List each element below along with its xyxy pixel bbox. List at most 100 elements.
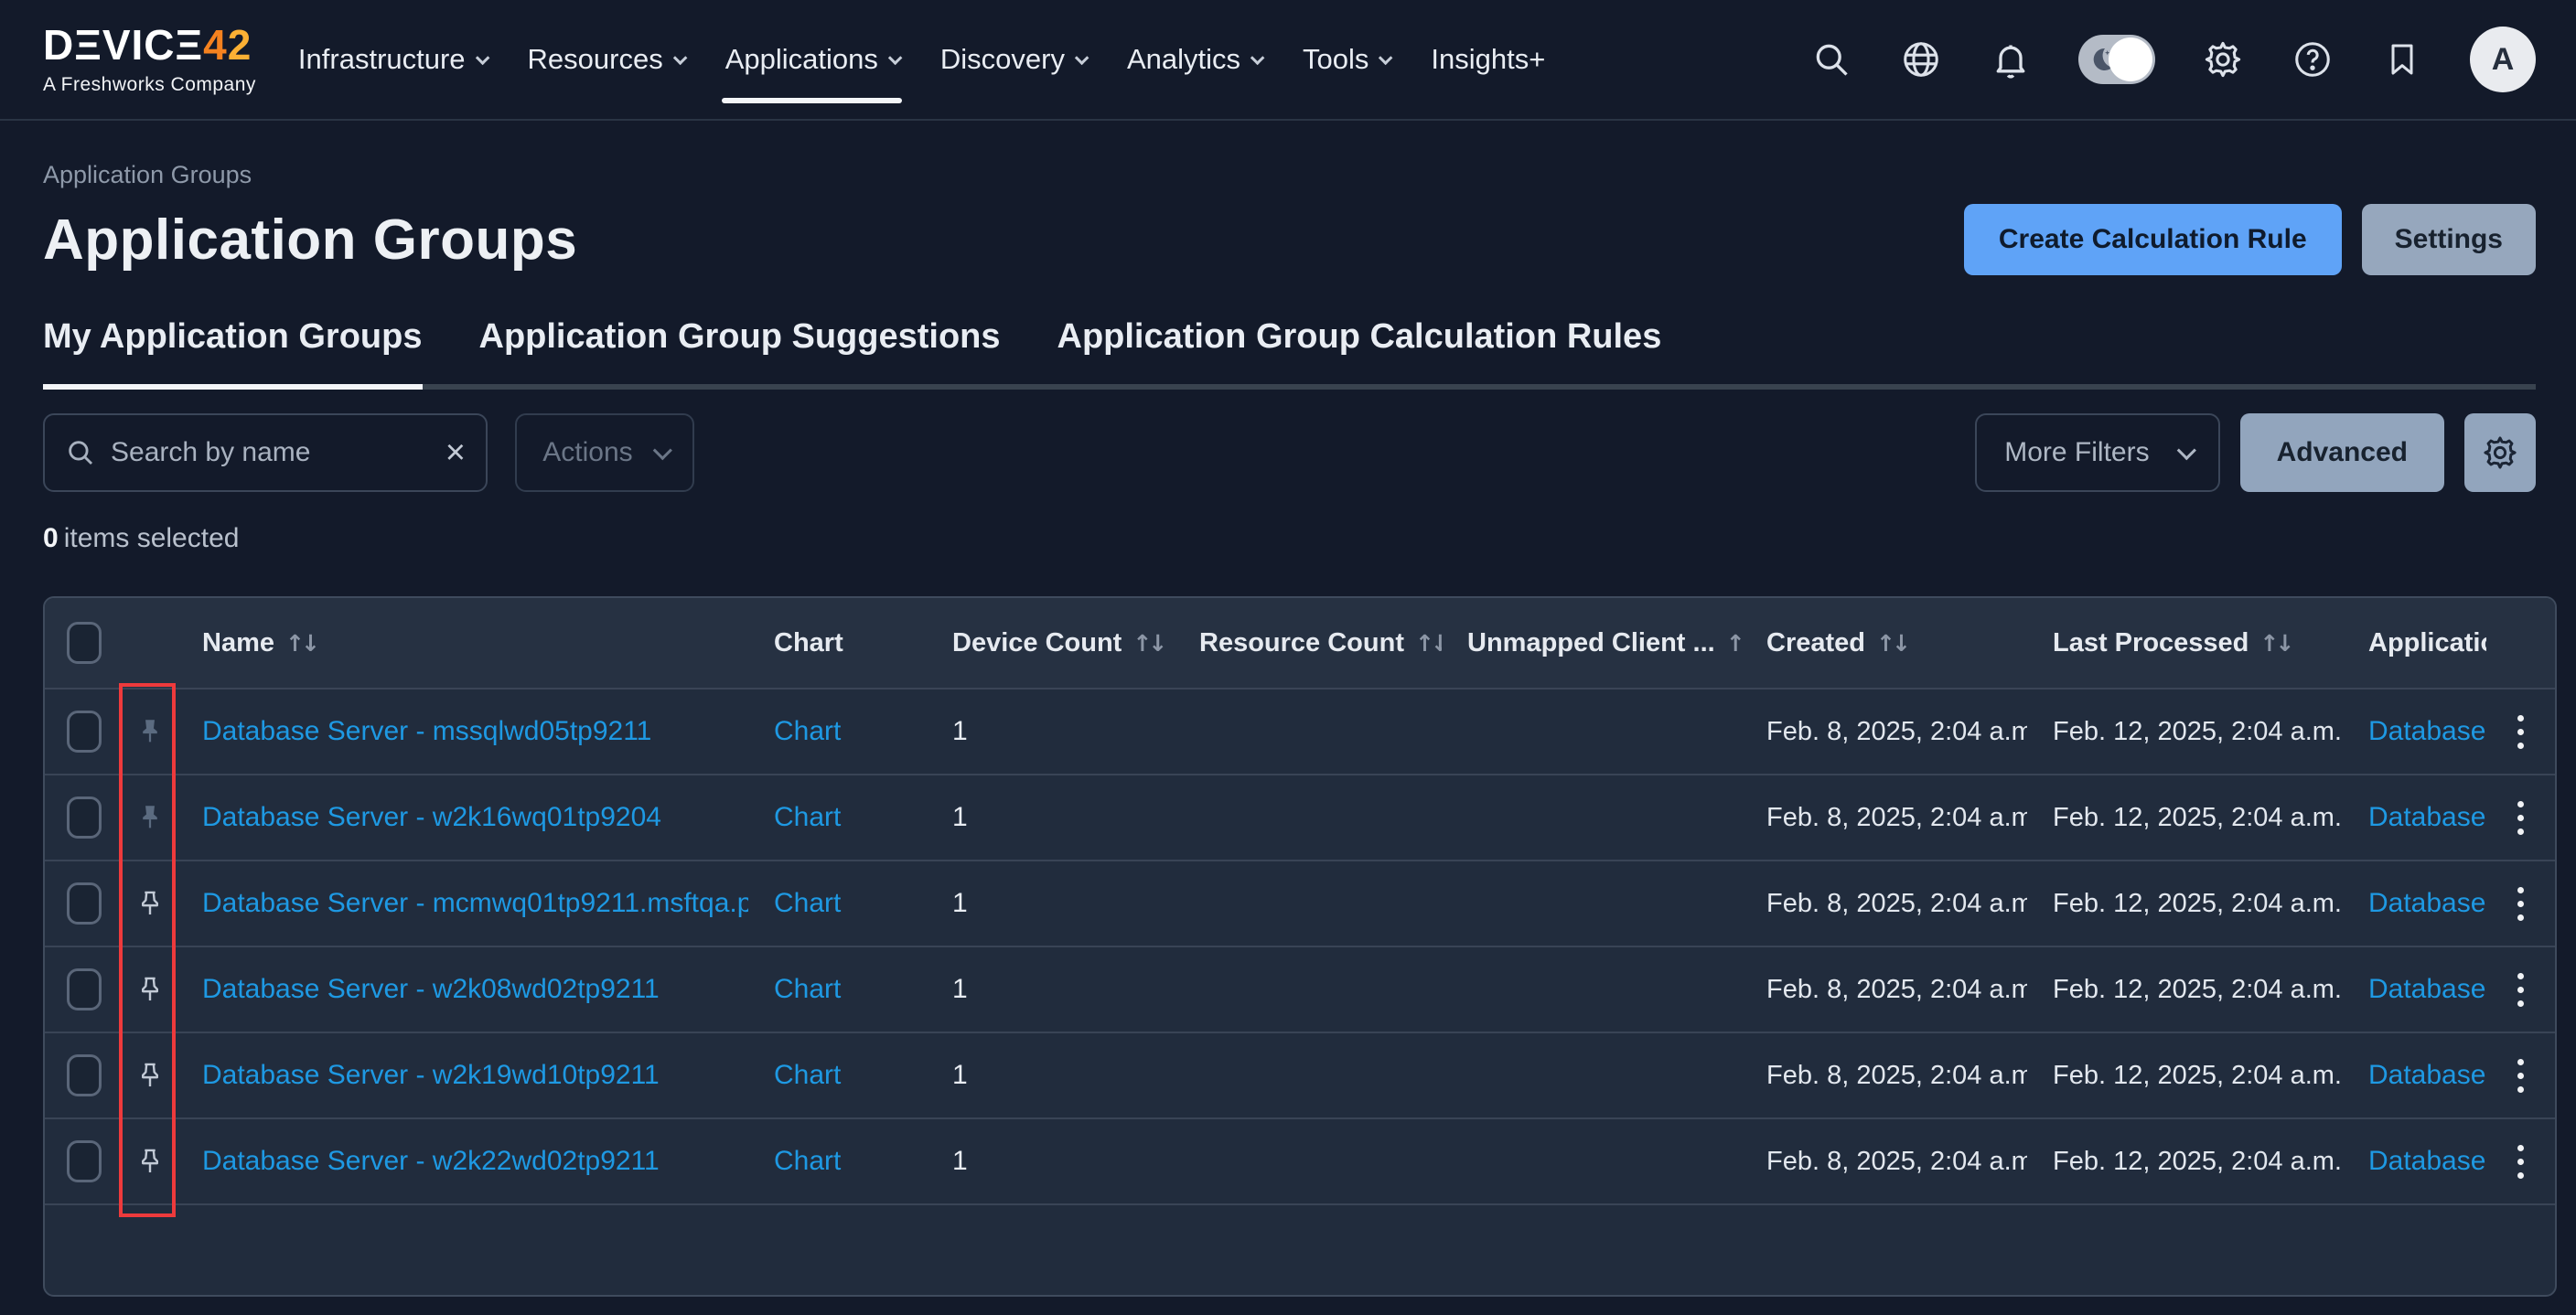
row-checkbox[interactable] — [67, 968, 102, 1010]
created-value: Feb. 8, 2025, 2:04 a.m. — [1766, 975, 2027, 1004]
nav-item-insights[interactable]: Insights+ — [1431, 43, 1545, 76]
advanced-button[interactable]: Advanced — [2240, 413, 2444, 492]
gear-icon[interactable] — [2201, 37, 2245, 81]
sort-icon[interactable]: ↑↓ — [2259, 630, 2291, 657]
nav-item-label: Discovery — [940, 43, 1065, 76]
clear-search-icon[interactable]: × — [445, 435, 466, 470]
pin-icon[interactable] — [123, 974, 177, 1005]
group-name-link[interactable]: Database Server - mcmwq01tp9211.msftqa.p… — [202, 888, 748, 918]
row-checkbox[interactable] — [67, 1054, 102, 1096]
group-name-link[interactable]: Database Server - w2k22wd02tp9211 — [202, 1146, 660, 1176]
user-avatar[interactable]: A — [2470, 27, 2536, 92]
table-row: Database Server - w2k22wd02tp9211 Chart … — [45, 1119, 2555, 1205]
create-calculation-rule-button[interactable]: Create Calculation Rule — [1964, 204, 2342, 275]
search-box: × — [43, 413, 488, 492]
globe-icon[interactable] — [1899, 37, 1943, 81]
chart-link[interactable]: Chart — [774, 1060, 841, 1090]
row-menu-kebab-icon[interactable] — [2508, 1050, 2533, 1102]
nav-item-label: Tools — [1303, 43, 1368, 76]
device-count-value: 1 — [952, 974, 968, 1004]
page-title: Application Groups — [43, 208, 577, 273]
application-link[interactable]: Database — [2368, 888, 2485, 918]
help-icon[interactable] — [2291, 37, 2334, 81]
search-input[interactable] — [111, 437, 431, 468]
row-menu-kebab-icon[interactable] — [2508, 792, 2533, 844]
device42-logo[interactable]: DΞVICΞ42 A Freshworks Company — [43, 24, 256, 96]
pin-icon[interactable] — [123, 888, 177, 919]
table-header-row: Name↑↓ Chart Device Count↑↓ Resource Cou… — [45, 598, 2555, 690]
last-processed-value: Feb. 12, 2025, 2:04 a.m. — [2053, 1061, 2342, 1090]
application-link[interactable]: Database — [2368, 974, 2485, 1004]
nav-menu: Infrastructure Resources Applications Di… — [298, 43, 1545, 76]
logo-tagline: A Freshworks Company — [43, 74, 256, 96]
nav-item-infrastructure[interactable]: Infrastructure — [298, 43, 486, 76]
row-menu-kebab-icon[interactable] — [2508, 878, 2533, 930]
column-header-unmapped-client: Unmapped Client ... — [1467, 628, 1715, 658]
search-icon[interactable] — [1809, 37, 1853, 81]
selection-count-number: 0 — [43, 523, 59, 553]
application-link[interactable]: Database — [2368, 1146, 2485, 1176]
last-processed-value: Feb. 12, 2025, 2:04 a.m. — [2053, 1147, 2342, 1176]
tab-my-application-groups[interactable]: My Application Groups — [43, 317, 423, 384]
column-header-last-processed: Last Processed — [2053, 628, 2249, 658]
chart-link[interactable]: Chart — [774, 716, 841, 746]
device-count-value: 1 — [952, 1060, 968, 1090]
search-icon — [65, 437, 96, 468]
row-menu-kebab-icon[interactable] — [2508, 964, 2533, 1016]
chart-link[interactable]: Chart — [774, 888, 841, 918]
group-name-link[interactable]: Database Server - w2k08wd02tp9211 — [202, 974, 660, 1004]
nav-item-applications[interactable]: Applications — [725, 43, 898, 76]
pin-icon[interactable] — [123, 802, 177, 833]
pin-icon[interactable] — [123, 1060, 177, 1091]
pin-icon[interactable] — [123, 1146, 177, 1177]
nav-item-discovery[interactable]: Discovery — [940, 43, 1085, 76]
chart-link[interactable]: Chart — [774, 1146, 841, 1176]
chart-link[interactable]: Chart — [774, 974, 841, 1004]
toggle-knob — [2109, 37, 2152, 81]
bookmark-icon[interactable] — [2380, 37, 2424, 81]
device-count-value: 1 — [952, 716, 968, 746]
settings-button[interactable]: Settings — [2362, 204, 2536, 275]
row-checkbox[interactable] — [67, 796, 102, 839]
row-checkbox[interactable] — [67, 1140, 102, 1182]
sort-icon[interactable]: ↑↓ — [1415, 630, 1442, 657]
theme-toggle[interactable] — [2078, 35, 2155, 84]
pin-icon[interactable] — [123, 716, 177, 747]
page-header: Application Groups Application Groups Cr… — [0, 121, 2576, 275]
chevron-down-icon — [1379, 50, 1393, 65]
sort-icon[interactable]: ↑↓ — [1876, 630, 1907, 657]
notifications-bell-icon[interactable] — [1989, 37, 2033, 81]
group-name-link[interactable]: Database Server - mssqlwd05tp9211 — [202, 716, 651, 746]
table-row: Database Server - w2k16wq01tp9204 Chart … — [45, 775, 2555, 861]
select-all-checkbox[interactable] — [67, 622, 102, 664]
more-filters-dropdown[interactable]: More Filters — [1975, 413, 2219, 492]
tab-application-group-suggestions[interactable]: Application Group Suggestions — [479, 317, 1001, 384]
nav-item-tools[interactable]: Tools — [1303, 43, 1389, 76]
row-menu-kebab-icon[interactable] — [2508, 706, 2533, 758]
nav-item-resources[interactable]: Resources — [528, 43, 683, 76]
chevron-down-icon — [1250, 50, 1265, 65]
device-count-value: 1 — [952, 802, 968, 832]
group-name-link[interactable]: Database Server - w2k19wd10tp9211 — [202, 1060, 660, 1090]
table-row: Database Server - w2k08wd02tp9211 Chart … — [45, 947, 2555, 1033]
row-checkbox[interactable] — [67, 882, 102, 925]
application-link[interactable]: Database — [2368, 802, 2485, 832]
application-link[interactable]: Database — [2368, 716, 2485, 746]
group-name-link[interactable]: Database Server - w2k16wq01tp9204 — [202, 802, 661, 832]
chevron-down-icon — [2176, 441, 2195, 460]
row-menu-kebab-icon[interactable] — [2508, 1136, 2533, 1188]
actions-dropdown[interactable]: Actions — [515, 413, 694, 492]
created-value: Feb. 8, 2025, 2:04 a.m. — [1766, 717, 2027, 746]
tab-bar: My Application Groups Application Group … — [43, 317, 2536, 390]
sort-icon[interactable]: ↑↓ — [1132, 630, 1164, 657]
chart-link[interactable]: Chart — [774, 802, 841, 832]
breadcrumb[interactable]: Application Groups — [43, 161, 2536, 189]
table-settings-gear-button[interactable] — [2464, 413, 2536, 492]
nav-item-analytics[interactable]: Analytics — [1127, 43, 1261, 76]
tab-application-group-calculation-rules[interactable]: Application Group Calculation Rules — [1057, 317, 1662, 384]
nav-item-label: Analytics — [1127, 43, 1240, 76]
application-link[interactable]: Database — [2368, 1060, 2485, 1090]
sort-icon[interactable]: ↑↓ — [1726, 630, 1741, 657]
sort-icon[interactable]: ↑↓ — [285, 630, 317, 657]
row-checkbox[interactable] — [67, 711, 102, 753]
